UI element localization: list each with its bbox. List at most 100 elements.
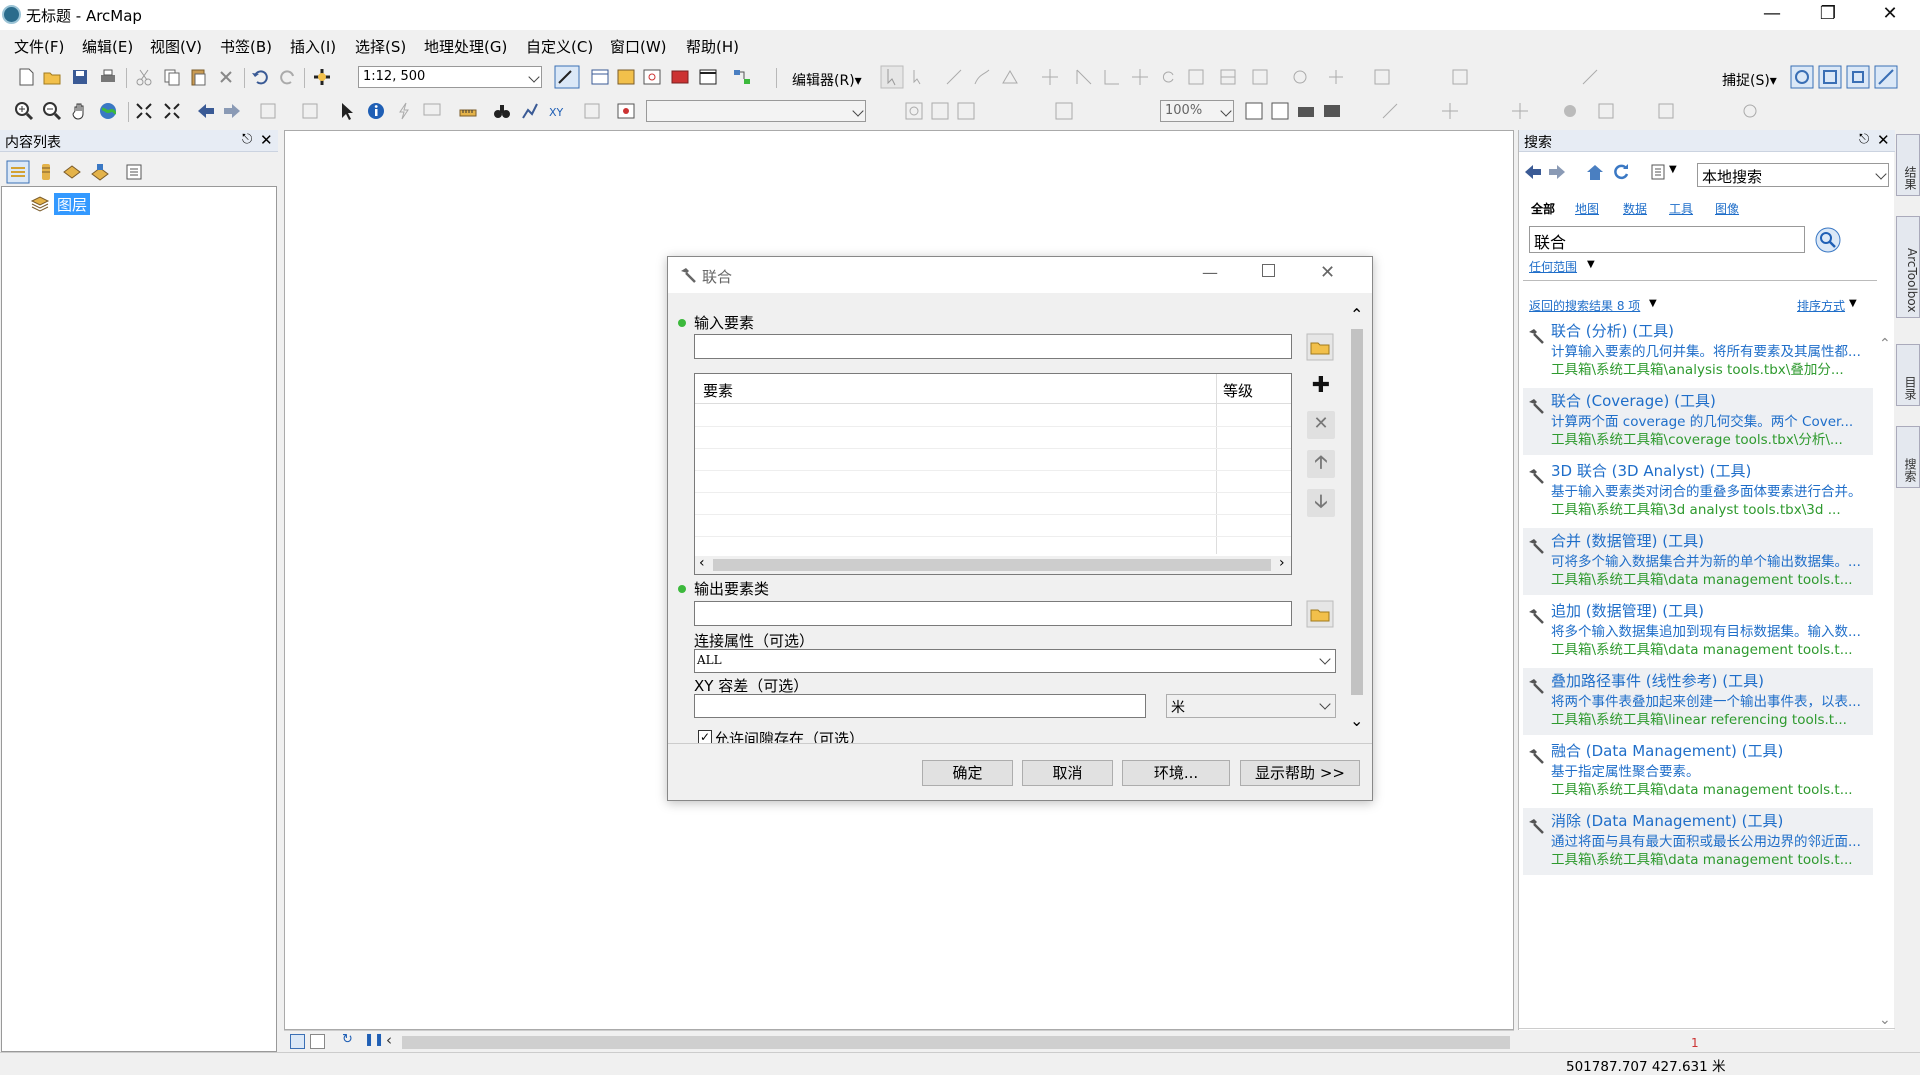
output-feature-class-field[interactable] xyxy=(694,601,1292,626)
draw-line-icon[interactable] xyxy=(1380,101,1400,121)
list-by-drawing-order-icon[interactable] xyxy=(6,160,30,184)
edge-snap-icon[interactable] xyxy=(1874,65,1898,89)
full-extent-globe-icon[interactable] xyxy=(98,101,118,121)
fixed-zoom-out-icon[interactable] xyxy=(162,101,182,121)
list-by-source-icon[interactable] xyxy=(36,162,56,182)
attributes-icon[interactable] xyxy=(1186,67,1206,87)
search-query-input[interactable]: 联合 xyxy=(1529,226,1805,253)
table-header-features[interactable]: 要素 xyxy=(703,380,733,401)
search-scope-select[interactable]: 本地搜索 xyxy=(1697,163,1889,187)
join-attributes-select[interactable]: ALL xyxy=(694,649,1336,673)
search-result-item[interactable]: 叠加路径事件 (线性参考) (工具) 将两个事件表叠加起来创建一个输出事件表，以表… xyxy=(1523,668,1873,735)
menu-file[interactable]: 文件(F) xyxy=(14,36,64,57)
editor-menu[interactable]: 编辑器(R)▾ xyxy=(792,70,862,90)
xy-tolerance-field[interactable] xyxy=(694,694,1146,718)
goto-xy-icon[interactable]: XY xyxy=(546,101,566,121)
map-horizontal-scrollbar[interactable] xyxy=(402,1036,1510,1049)
time-slider-icon[interactable] xyxy=(582,101,602,121)
edit-tool-icon[interactable] xyxy=(880,65,904,89)
layout-view-button[interactable] xyxy=(310,1034,325,1049)
editor-toolbar-toggle-icon[interactable] xyxy=(554,65,580,89)
search-vertical-scrollbar[interactable]: ⌃ ⌄ xyxy=(1877,222,1893,1028)
search-home-icon[interactable] xyxy=(1585,162,1605,182)
close-button[interactable]: ✕ xyxy=(1862,0,1918,30)
fixed-zoom-in-icon[interactable] xyxy=(134,101,154,121)
page-nav-icon[interactable] xyxy=(1054,101,1074,121)
vertex-snap-icon[interactable] xyxy=(1846,65,1870,89)
tab-catalog[interactable]: 目录 xyxy=(1896,344,1920,406)
filter-data[interactable]: 数据 xyxy=(1623,200,1647,217)
range-dropdown-icon[interactable]: ▼ xyxy=(1587,259,1595,270)
find-route-icon[interactable] xyxy=(520,101,540,121)
cancel-button[interactable]: 取消 xyxy=(1022,760,1113,786)
georef-icon[interactable] xyxy=(1372,67,1392,87)
network-icon[interactable] xyxy=(1596,101,1616,121)
search-result-item[interactable]: 联合 (Coverage) (工具) 计算两个面 coverage 的几何交集。两… xyxy=(1523,388,1873,455)
search-result-title[interactable]: 融合 (Data Management) (工具) xyxy=(1551,740,1783,761)
delete-icon[interactable] xyxy=(216,67,236,87)
move-down-icon[interactable]: 🡣 xyxy=(1307,489,1335,517)
search-result-item[interactable]: 融合 (Data Management) (工具) 基于指定属性聚合要素。 工具箱\… xyxy=(1523,738,1873,805)
browse-output-folder-icon[interactable] xyxy=(1306,600,1334,628)
parcel-icon[interactable] xyxy=(1450,67,1470,87)
show-help-button[interactable]: 显示帮助 >> xyxy=(1240,760,1360,786)
menu-selection[interactable]: 选择(S) xyxy=(355,36,406,57)
results-page-number[interactable]: 1 xyxy=(1691,1036,1699,1050)
topology-icon[interactable] xyxy=(1290,67,1310,87)
input-features-field[interactable] xyxy=(694,334,1292,359)
menu-windows[interactable]: 窗口(W) xyxy=(610,36,667,57)
zoom-out-icon[interactable] xyxy=(42,101,62,121)
html-popup-icon[interactable] xyxy=(422,101,442,121)
snapping-menu[interactable]: 捕捉(S)▾ xyxy=(1722,70,1777,90)
undo-icon[interactable] xyxy=(250,67,270,87)
point-snap-icon[interactable] xyxy=(1790,65,1814,89)
layout-pan-icon[interactable] xyxy=(956,101,976,121)
data-driven-pages-icon[interactable] xyxy=(1322,101,1342,121)
search-refresh-icon[interactable] xyxy=(1611,162,1631,182)
search-result-item[interactable]: 合并 (数据管理) (工具) 可将多个输入数据集合并为新的单个输出数据集。... 工… xyxy=(1523,528,1873,595)
dialog-close-button[interactable]: ✕ xyxy=(1320,262,1335,283)
spatial-adjust-icon[interactable] xyxy=(1580,67,1600,87)
search-result-title[interactable]: 追加 (数据管理) (工具) xyxy=(1551,600,1704,621)
print-icon[interactable] xyxy=(98,67,118,87)
dialog-maximize-button[interactable] xyxy=(1262,264,1275,277)
browse-input-folder-icon[interactable] xyxy=(1306,333,1334,361)
clear-selection-icon[interactable] xyxy=(300,101,320,121)
copy-icon[interactable] xyxy=(162,67,182,87)
dialog-scroll-up-icon[interactable]: ⌃ xyxy=(1350,305,1363,324)
filter-maps[interactable]: 地图 xyxy=(1575,200,1599,217)
create-features-icon[interactable] xyxy=(1250,67,1270,87)
georef-rotate-icon[interactable] xyxy=(1440,101,1460,121)
point-tool-icon[interactable] xyxy=(1000,67,1020,87)
measure-icon[interactable] xyxy=(458,101,478,121)
search-result-item[interactable]: 追加 (数据管理) (工具) 将多个输入数据集追加到现有目标数据集。输入数... 工… xyxy=(1523,598,1873,665)
pause-drawing-icon[interactable]: ❚❚ xyxy=(364,1032,384,1046)
cut-icon[interactable] xyxy=(134,67,154,87)
dialog-scroll-down-icon[interactable]: ⌄ xyxy=(1350,711,1363,730)
search-go-icon[interactable] xyxy=(1815,227,1841,253)
search-result-title[interactable]: 叠加路径事件 (线性参考) (工具) xyxy=(1551,670,1764,691)
search-result-title[interactable]: 联合 (Coverage) (工具) xyxy=(1551,390,1716,411)
map-scale-combo[interactable]: 1:12, 500 xyxy=(358,66,542,88)
tab-arctoolbox[interactable]: ArcToolbox xyxy=(1896,216,1920,318)
menu-customize[interactable]: 自定义(C) xyxy=(526,36,593,57)
refresh-icon[interactable]: ↻ xyxy=(342,1032,353,1047)
focus-frame-icon[interactable] xyxy=(1270,101,1290,121)
search-result-item[interactable]: 消除 (Data Management) (工具) 通过将面与具有最大面积或最长公… xyxy=(1523,808,1873,875)
catalog-icon[interactable] xyxy=(616,67,636,87)
straight-segment-icon[interactable] xyxy=(944,67,964,87)
filter-all[interactable]: 全部 xyxy=(1531,200,1555,217)
scroll-down-icon[interactable]: ⌄ xyxy=(1879,1012,1891,1028)
search-pin-icon[interactable]: ⎋ xyxy=(1859,132,1869,147)
create-viewer-icon[interactable] xyxy=(616,101,636,121)
find-binoculars-icon[interactable] xyxy=(492,101,512,121)
dialog-vertical-scrollbar[interactable]: ⌃ ⌄ xyxy=(1348,305,1366,739)
remove-row-icon[interactable]: ✕ xyxy=(1307,411,1335,439)
search-result-title[interactable]: 3D 联合 (3D Analyst) (工具) xyxy=(1551,460,1751,481)
search-result-item[interactable]: 3D 联合 (3D Analyst) (工具) 基于输入要素类对闭合的重叠多面体要… xyxy=(1523,458,1873,525)
edit-annotation-icon[interactable] xyxy=(910,67,930,87)
search-result-title[interactable]: 联合 (分析) (工具) xyxy=(1551,320,1674,341)
python-window-icon[interactable] xyxy=(698,67,718,87)
trace-icon[interactable] xyxy=(972,67,992,87)
allow-gaps-checkbox[interactable]: ✓ xyxy=(698,730,712,743)
